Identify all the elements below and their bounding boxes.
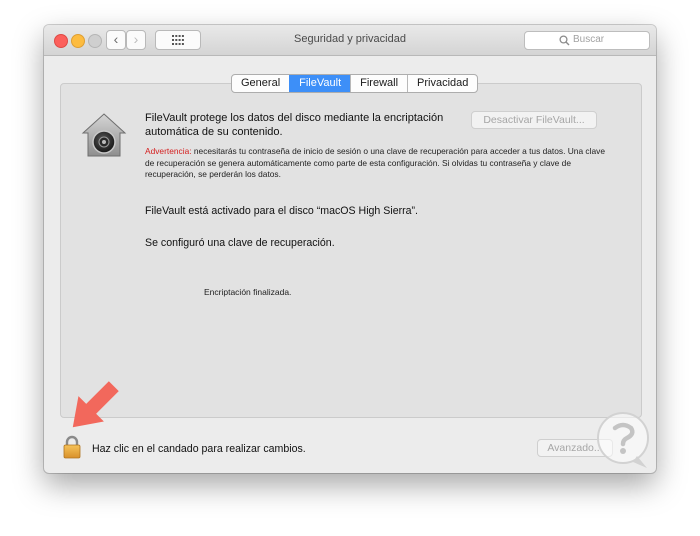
filevault-description: FileVault protege los datos del disco me… [145,112,444,138]
house-lock-icon [80,112,128,163]
arrow-annotation [54,366,134,451]
search-placeholder: Buscar [573,34,605,45]
tab-firewall[interactable]: Firewall [350,75,407,92]
search-icon [559,35,570,46]
site-watermark [593,410,657,477]
preferences-window: ‹ › Seguridad y privacidad Buscar Genera… [44,25,656,473]
title-bar: ‹ › Seguridad y privacidad Buscar [44,25,656,56]
filevault-enabled-status: FileVault está activado para el disco “m… [145,205,419,217]
tab-privacidad[interactable]: Privacidad [407,75,477,92]
tab-filevault[interactable]: FileVault [289,75,351,92]
deactivate-filevault-button[interactable]: Desactivar FileVault... [471,111,597,129]
tab-bar: General FileVault Firewall Privacidad [231,74,479,93]
tab-general[interactable]: General [232,75,289,92]
encryption-status: Encriptación finalizada. [204,287,292,297]
recovery-key-status: Se configuró una clave de recuperación. [145,237,335,249]
warning-label: Advertencia: [145,146,192,156]
search-field[interactable]: Buscar [524,31,650,50]
warning-text: necesitarás tu contraseña de inicio de s… [145,146,605,180]
warning-message: Advertencia: necesitarás tu contraseña d… [145,146,605,181]
